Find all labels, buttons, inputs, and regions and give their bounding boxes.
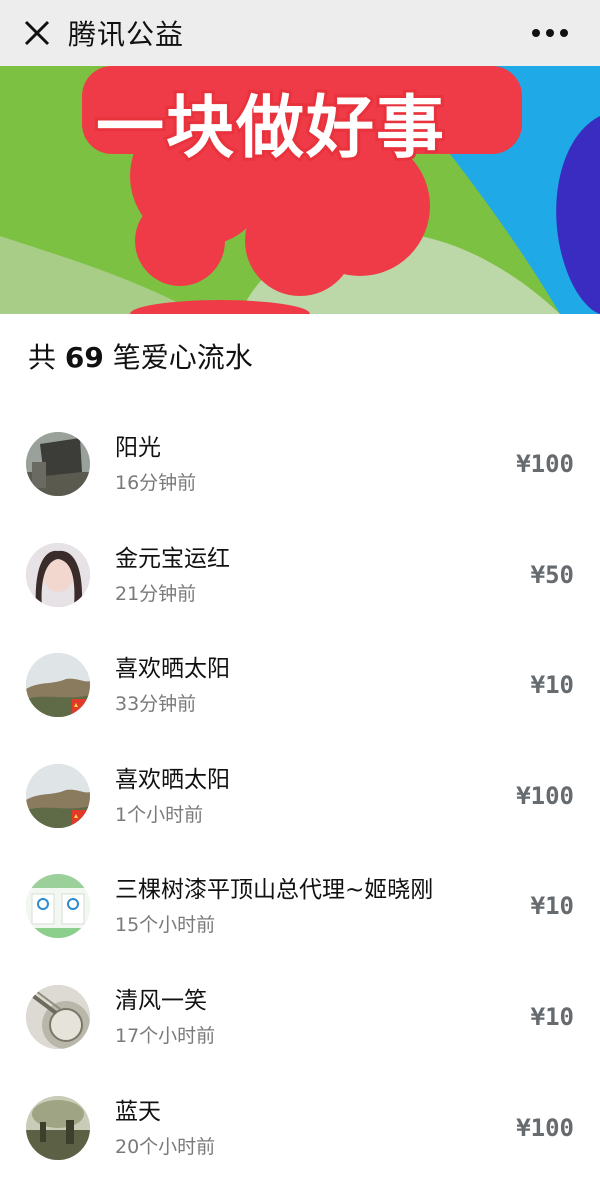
- count-prefix: 共: [28, 341, 57, 374]
- close-button[interactable]: [6, 0, 68, 66]
- donation-amount: ¥100: [516, 781, 574, 810]
- close-icon: [24, 20, 50, 46]
- donor-name: 蓝天: [115, 1098, 161, 1125]
- donation-amount: ¥10: [530, 892, 574, 921]
- donor-name: 三棵树漆平顶山总代理~姬晓刚: [115, 877, 434, 904]
- avatar: [26, 984, 90, 1049]
- donor-name: 清风一笑: [115, 987, 207, 1014]
- donation-amount: ¥50: [530, 560, 574, 589]
- list-item[interactable]: 金元宝运红 21分钟前 ¥50: [0, 521, 600, 632]
- top-bar: 腾讯公益: [0, 0, 600, 66]
- donor-name: 喜欢晒太阳: [115, 766, 230, 793]
- list-item[interactable]: 蓝天 20个小时前 ¥100: [0, 1074, 600, 1184]
- avatar: [26, 432, 90, 496]
- donation-amount: ¥100: [516, 450, 574, 478]
- list-item[interactable]: 清风一笑 17个小时前 ¥10: [0, 963, 600, 1074]
- donor-name: 喜欢晒太阳: [115, 656, 230, 683]
- list-item[interactable]: 喜欢晒太阳 1个小时前 ¥100: [0, 742, 600, 853]
- banner-slogan: 一块做好事: [93, 86, 447, 171]
- list-item[interactable]: 三棵树漆平顶山总代理~姬晓刚 15个小时前 ¥10: [0, 852, 600, 963]
- donation-time: 15个小时前: [115, 914, 216, 937]
- count-suffix: 笔爱心流水: [112, 341, 253, 374]
- donation-count-heading: 共 69 笔爱心流水: [28, 336, 253, 376]
- donation-amount: ¥100: [516, 1113, 574, 1142]
- donation-time: 16分钟前: [115, 472, 197, 494]
- avatar: [26, 1095, 90, 1160]
- donation-amount: ¥10: [530, 1002, 574, 1031]
- donation-time: 17个小时前: [115, 1024, 216, 1047]
- avatar: [26, 653, 90, 718]
- more-icon: [532, 29, 568, 37]
- donation-count: 69: [64, 341, 104, 374]
- campaign-banner[interactable]: 一块做好事: [0, 66, 600, 314]
- avatar: [26, 874, 90, 939]
- list-item[interactable]: 喜欢晒太阳 33分钟前 ¥10: [0, 631, 600, 742]
- donor-name: 阳光: [115, 435, 161, 461]
- donation-amount: ¥10: [530, 671, 574, 700]
- list-item[interactable]: 阳光 16分钟前 ¥100: [0, 410, 600, 521]
- donation-time: 33分钟前: [115, 693, 197, 716]
- page-title: 腾讯公益: [68, 18, 185, 51]
- donor-name: 金元宝运红: [115, 545, 230, 572]
- more-button[interactable]: [528, 0, 572, 66]
- donation-time: 20个小时前: [115, 1135, 216, 1158]
- avatar: [26, 763, 90, 828]
- donation-list: 阳光 16分钟前 ¥100 金元宝运红 21分钟前 ¥50 喜欢晒太阳 33分钟…: [0, 410, 600, 1184]
- donation-time: 21分钟前: [115, 582, 197, 605]
- avatar: [26, 542, 90, 607]
- donation-time: 1个小时前: [115, 803, 204, 826]
